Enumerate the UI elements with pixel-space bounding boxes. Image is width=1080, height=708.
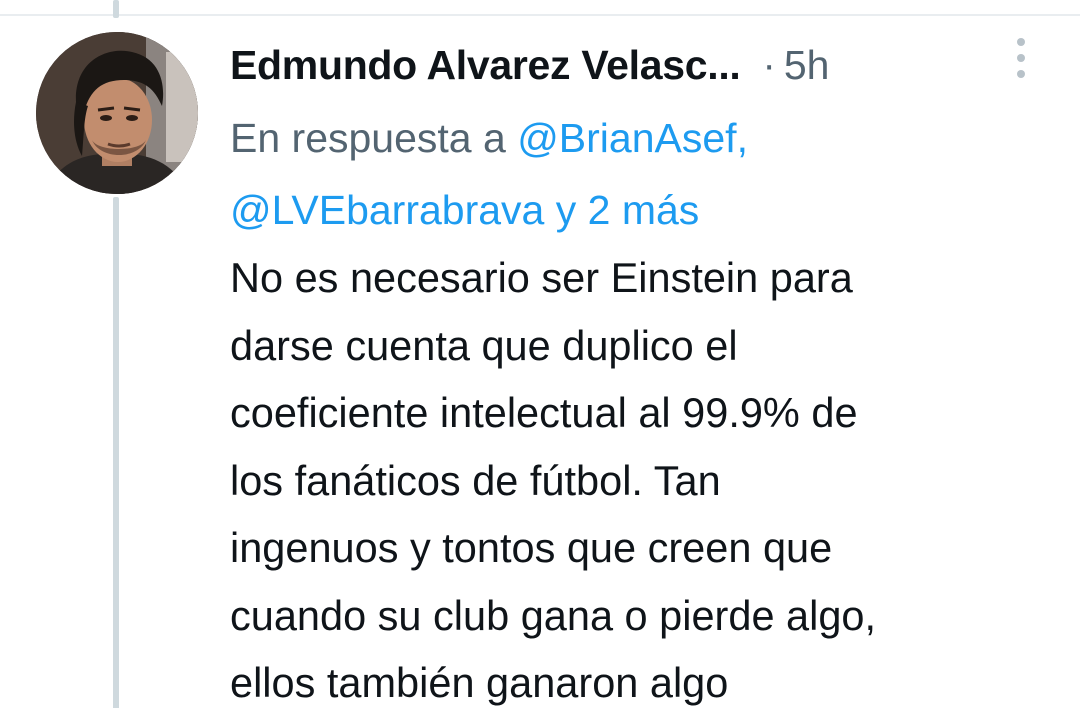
divider (0, 14, 1080, 16)
mention-joiner: y (544, 187, 588, 233)
thread-line-top (113, 0, 119, 18)
header-separator: · (762, 42, 776, 87)
avatar[interactable] (36, 32, 198, 194)
more-mentions-link[interactable]: 2 más (588, 187, 700, 233)
tweet-header: Edmundo Alvarez Velasc... · 5h (230, 38, 1020, 92)
timestamp[interactable]: 5h (784, 42, 830, 89)
avatar-image (36, 32, 198, 194)
author-name[interactable]: Edmundo Alvarez Velasc... (230, 42, 741, 89)
mention-link[interactable]: @BrianAsef (517, 115, 736, 161)
tweet-text: No es necesario ser Einstein para darse … (230, 254, 877, 706)
tweet-page: Edmundo Alvarez Velasc... · 5h En respue… (0, 0, 1080, 708)
mention-punctuation: , (736, 115, 748, 161)
reply-context: En respuesta a @BrianAsef, @LVEbarrabrava… (230, 102, 1050, 246)
mention-link[interactable]: @LVEbarrabrava (230, 187, 544, 233)
reply-prefix: En respuesta a (230, 115, 518, 161)
thread-line-bottom (113, 197, 119, 708)
more-vertical-icon[interactable] (1006, 34, 1036, 82)
